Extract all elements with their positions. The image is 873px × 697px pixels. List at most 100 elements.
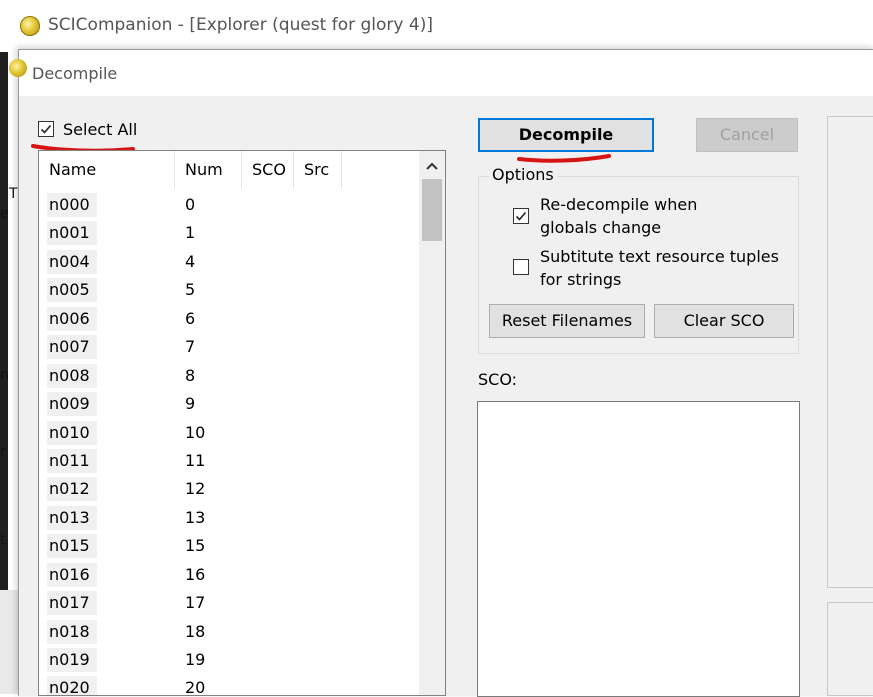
- redecompile-label-line2: globals change: [540, 218, 662, 237]
- background-peek-text: e: [0, 206, 9, 222]
- row-name: n008: [49, 365, 90, 385]
- select-all-checkbox[interactable]: [38, 121, 54, 137]
- row-num: 9: [185, 394, 196, 414]
- list-row[interactable]: n019 19: [39, 646, 419, 674]
- row-num: 15: [185, 536, 206, 556]
- substitute-strings-label[interactable]: Subtitute text resource tuples for strin…: [540, 245, 779, 291]
- row-name: n007: [49, 337, 90, 357]
- list-header: Name Num SCO Src: [39, 151, 419, 189]
- decompile-dialog: Decompile Select All Name Num SCO Src n0…: [9, 49, 873, 697]
- row-num: 6: [185, 308, 196, 328]
- redecompile-label-line1: Re-decompile when: [540, 195, 698, 214]
- list-row[interactable]: n016 16: [39, 561, 419, 589]
- checkmark-icon: [515, 211, 527, 221]
- background-peek-text: T: [9, 186, 18, 202]
- row-num: 5: [185, 280, 196, 300]
- right-panel: [827, 602, 873, 696]
- right-panel: [827, 116, 873, 588]
- row-num: 12: [185, 479, 206, 499]
- background-peek-text: t: [0, 532, 6, 548]
- list-row[interactable]: n001 1: [39, 219, 419, 247]
- background-titlebar: SCICompanion - [Explorer (quest for glor…: [0, 0, 873, 52]
- row-num: 19: [185, 650, 206, 669]
- list-row[interactable]: n004 4: [39, 248, 419, 276]
- column-header-sco[interactable]: SCO: [242, 151, 294, 189]
- redecompile-label[interactable]: Re-decompile when globals change: [540, 193, 697, 239]
- checkmark-icon: [40, 124, 52, 134]
- list-row[interactable]: n009 9: [39, 390, 419, 418]
- row-num: 11: [185, 450, 206, 470]
- dialog-titlebar[interactable]: Decompile: [9, 50, 873, 96]
- row-name: n012: [49, 479, 90, 499]
- row-name: n018: [49, 621, 90, 641]
- row-name: n015: [49, 536, 90, 556]
- row-num: 20: [185, 678, 206, 696]
- list-row[interactable]: n015 15: [39, 532, 419, 560]
- row-name: n004: [49, 251, 90, 271]
- sci-companion-app-icon: [9, 59, 27, 77]
- column-header-src[interactable]: Src: [294, 151, 342, 189]
- cancel-button[interactable]: Cancel: [696, 118, 798, 152]
- sco-textbox[interactable]: [477, 401, 800, 697]
- sci-companion-app-icon: [20, 16, 40, 36]
- row-name: n020: [49, 678, 90, 696]
- background-sidebar-edge: [0, 590, 20, 694]
- row-name: n000: [49, 195, 90, 214]
- substitute-strings-checkbox[interactable]: [513, 259, 529, 275]
- row-num: 17: [185, 593, 206, 613]
- list-row[interactable]: n010 10: [39, 419, 419, 447]
- row-num: 0: [185, 195, 196, 214]
- row-name: n019: [49, 650, 90, 669]
- sco-label: SCO:: [478, 370, 518, 389]
- row-name: n006: [49, 308, 90, 328]
- row-name: n017: [49, 593, 90, 613]
- list-row[interactable]: n011 11: [39, 447, 419, 475]
- dialog-title: Decompile: [32, 64, 118, 83]
- row-name: n009: [49, 394, 90, 414]
- substitute-label-line2: for strings: [540, 270, 622, 289]
- list-row[interactable]: n006 6: [39, 305, 419, 333]
- list-row[interactable]: n013 13: [39, 504, 419, 532]
- list-row[interactable]: n000 0: [39, 191, 419, 219]
- options-group-label: Options: [489, 165, 557, 184]
- background-window-title: SCICompanion - [Explorer (quest for glor…: [48, 15, 433, 35]
- list-row[interactable]: n017 17: [39, 589, 419, 617]
- list-row[interactable]: n012 12: [39, 475, 419, 503]
- list-row[interactable]: n018 18: [39, 618, 419, 646]
- row-num: 1: [185, 223, 196, 243]
- reset-filenames-button[interactable]: Reset Filenames: [489, 304, 645, 338]
- column-header-name[interactable]: Name: [39, 151, 175, 189]
- scrollbar-thumb[interactable]: [422, 179, 442, 241]
- script-list[interactable]: Name Num SCO Src n000 0 n001 1 n004 4 n005 5 n00…: [38, 150, 446, 696]
- list-row[interactable]: n007 7: [39, 333, 419, 361]
- row-name: n016: [49, 564, 90, 584]
- row-num: 7: [185, 337, 196, 357]
- substitute-label-line1: Subtitute text resource tuples: [540, 247, 779, 266]
- row-num: 4: [185, 251, 196, 271]
- row-num: 8: [185, 365, 196, 385]
- clear-sco-button[interactable]: Clear SCO: [654, 304, 794, 338]
- list-row[interactable]: n020 20: [39, 674, 419, 696]
- select-all-label[interactable]: Select All: [63, 120, 137, 139]
- row-num: 10: [185, 422, 206, 442]
- column-header-num[interactable]: Num: [175, 151, 242, 189]
- background-peek-text: r: [0, 444, 6, 460]
- decompile-button-label: Decompile: [518, 125, 614, 144]
- red-underline-annotation: [517, 154, 611, 163]
- row-name: n001: [49, 223, 90, 243]
- row-num: 18: [185, 621, 206, 641]
- scroll-up-arrow-icon[interactable]: [425, 161, 439, 171]
- row-num: 16: [185, 564, 206, 584]
- list-row[interactable]: n005 5: [39, 276, 419, 304]
- decompile-button[interactable]: Decompile: [478, 118, 654, 152]
- row-name: n010: [49, 422, 90, 442]
- background-peek-text: n: [0, 367, 9, 383]
- list-rows: n000 0 n001 1 n004 4 n005 5 n006 6 n007 7 n008 8 n009 9…: [39, 191, 419, 696]
- row-num: 13: [185, 507, 206, 527]
- list-row[interactable]: n008 8: [39, 362, 419, 390]
- row-name: n013: [49, 507, 90, 527]
- list-scrollbar[interactable]: [419, 151, 445, 695]
- row-name: n005: [49, 280, 90, 300]
- row-name: n011: [49, 450, 90, 470]
- redecompile-checkbox[interactable]: [513, 208, 529, 224]
